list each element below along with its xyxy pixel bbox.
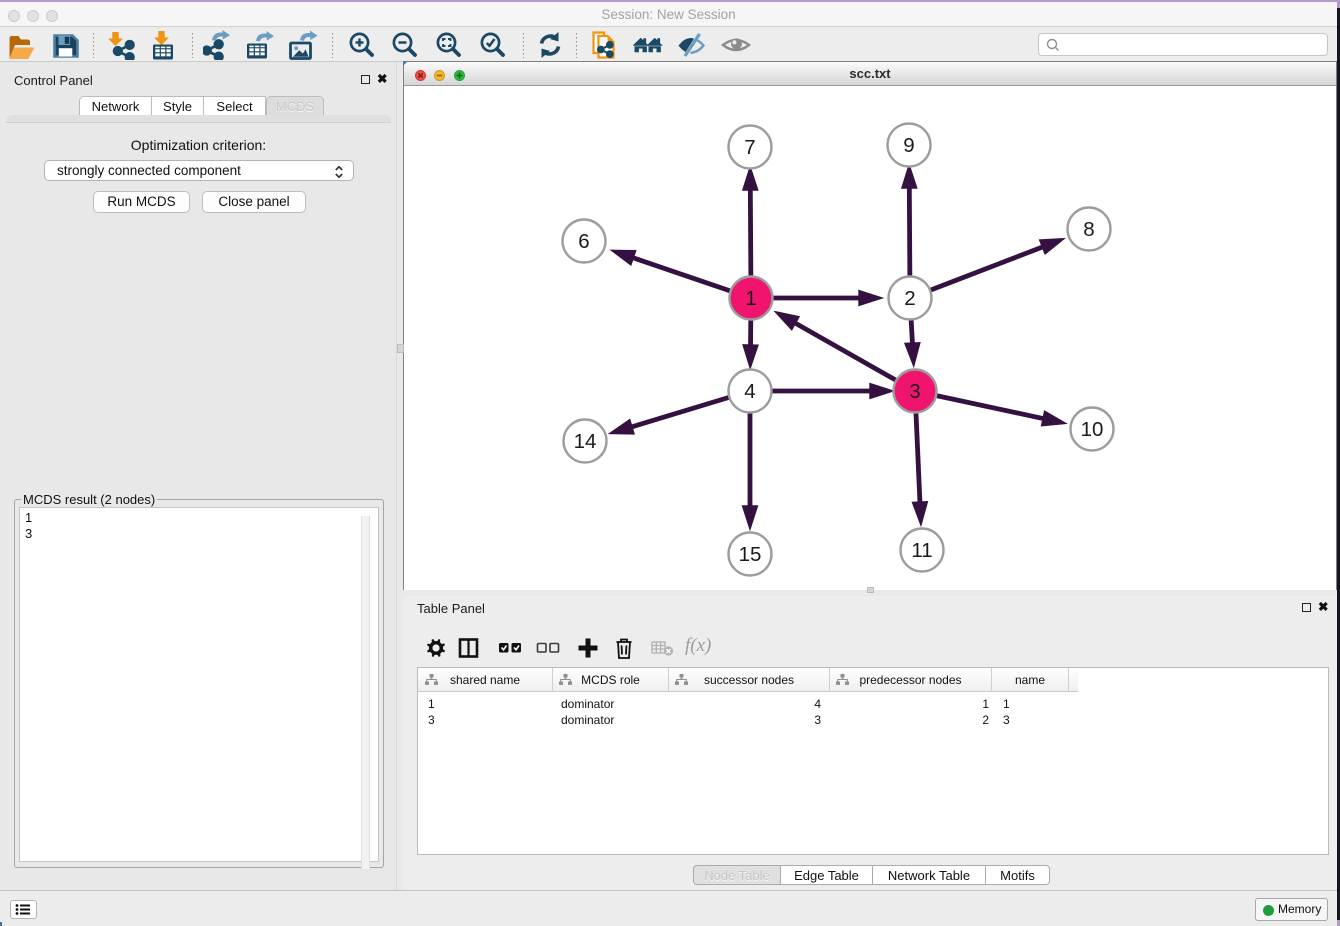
svg-text:9: 9 [903,134,914,157]
svg-text:15: 15 [739,543,762,566]
svg-text:1: 1 [745,287,756,310]
svg-text:3: 3 [909,380,920,403]
svg-text:14: 14 [574,430,597,453]
svg-text:2: 2 [904,287,915,310]
svg-text:4: 4 [744,380,755,403]
svg-text:10: 10 [1081,418,1104,441]
svg-text:8: 8 [1083,218,1094,241]
svg-text:6: 6 [578,230,589,253]
svg-text:7: 7 [744,136,755,159]
svg-text:11: 11 [911,539,932,562]
